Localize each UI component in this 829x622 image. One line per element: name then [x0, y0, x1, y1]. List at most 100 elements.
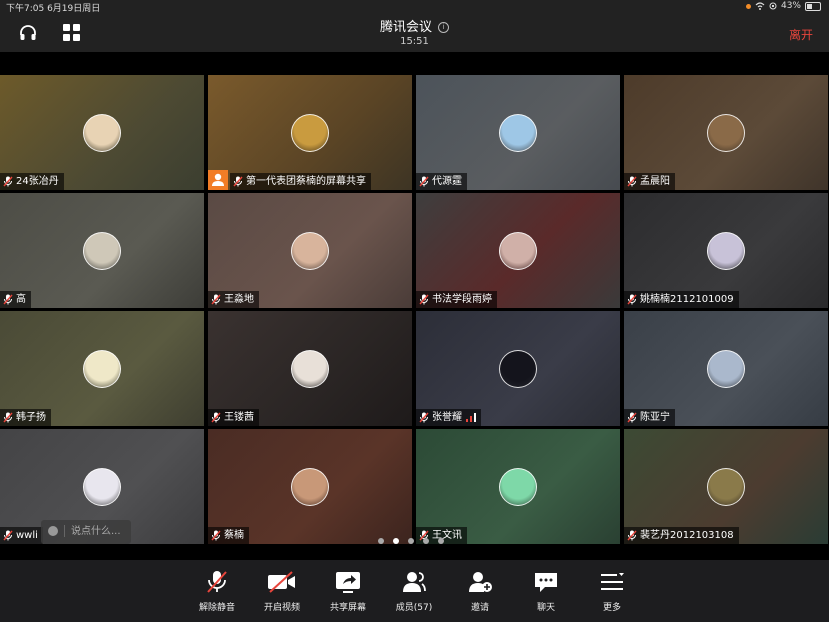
- participant-tile[interactable]: 书法学段雨婷: [416, 193, 620, 308]
- participant-nametag: 高: [0, 291, 31, 308]
- bottom-toolbar: 解除静音 开启视频 共享屏幕 成员(57) 邀请 聊天 更多: [0, 560, 829, 622]
- unmute-button[interactable]: 解除静音: [184, 570, 250, 613]
- participant-avatar: [499, 114, 537, 152]
- participant-nametag: 蔡楠: [208, 527, 249, 544]
- page-dot[interactable]: [378, 538, 384, 544]
- participant-tile[interactable]: 王淼地: [208, 193, 412, 308]
- meeting-duration: 15:51: [400, 36, 429, 47]
- mic-muted-icon: [211, 294, 221, 305]
- mic-muted-icon: [211, 530, 221, 541]
- members-button[interactable]: 成员(57): [381, 570, 447, 613]
- chat-button[interactable]: 聊天: [513, 570, 579, 613]
- participant-avatar: [499, 350, 537, 388]
- participant-tile[interactable]: 蔡楠: [208, 429, 412, 544]
- participant-tile[interactable]: 代源霆: [416, 75, 620, 190]
- mic-indicator-icon: [745, 3, 751, 9]
- mic-muted-icon: [627, 412, 637, 423]
- unmute-label: 解除静音: [198, 603, 235, 613]
- info-icon[interactable]: i: [438, 22, 449, 33]
- members-icon: [403, 572, 426, 592]
- host-badge-icon: [208, 170, 228, 190]
- divider: [64, 525, 65, 537]
- mic-muted-icon: [211, 412, 221, 423]
- share-screen-icon: [336, 572, 360, 593]
- leave-button[interactable]: 离开: [789, 26, 813, 43]
- video-off-icon: [268, 571, 295, 593]
- page-dot[interactable]: [393, 538, 399, 544]
- invite-button[interactable]: 邀请: [447, 570, 513, 613]
- rotation-lock-icon: [769, 2, 777, 10]
- participant-avatar: [291, 232, 329, 270]
- participant-tile[interactable]: 王文讯: [416, 429, 620, 544]
- status-indicators: 43%: [745, 1, 821, 11]
- participant-avatar: [291, 350, 329, 388]
- invite-label: 邀请: [470, 603, 489, 613]
- participant-avatar: [707, 232, 745, 270]
- participant-name: 陈亚宁: [640, 412, 670, 423]
- share-screen-button[interactable]: 共享屏幕: [315, 570, 381, 613]
- meeting-title-text: 腾讯会议: [379, 20, 432, 35]
- participant-tile[interactable]: 张誉耀: [416, 311, 620, 426]
- participant-nametag: 王淼地: [208, 291, 259, 308]
- participant-tile[interactable]: 王镂茜: [208, 311, 412, 426]
- participant-avatar: [83, 350, 121, 388]
- participant-tile[interactable]: 高: [0, 193, 204, 308]
- participant-tile[interactable]: 陈亚宁: [624, 311, 828, 426]
- participant-avatar: [499, 232, 537, 270]
- participant-name: 裴艺丹2012103108: [640, 530, 734, 541]
- page-dot[interactable]: [408, 538, 414, 544]
- participant-avatar: [83, 232, 121, 270]
- participant-nametag: 陈亚宁: [624, 409, 675, 426]
- more-label: 更多: [602, 603, 621, 613]
- participant-name: 张誉耀: [432, 412, 462, 423]
- status-time: 下午7:05 6月19日周日: [6, 4, 101, 14]
- status-bar: 下午7:05 6月19日周日 43%: [0, 0, 829, 14]
- invite-icon: [469, 572, 492, 592]
- participant-name: 代源霆: [432, 176, 462, 187]
- participant-tile[interactable]: 姚楠楠2112101009: [624, 193, 828, 308]
- participant-name: 王镂茜: [224, 412, 254, 423]
- mic-muted-icon: [419, 412, 429, 423]
- participant-nametag: 孟晨阳: [624, 173, 675, 190]
- signal-strength-icon: [466, 413, 476, 422]
- participant-tile[interactable]: 裴艺丹2012103108: [624, 429, 828, 544]
- start-video-button[interactable]: 开启视频: [249, 570, 315, 613]
- participant-tile[interactable]: 韩子扬: [0, 311, 204, 426]
- participant-name: 书法学段雨婷: [432, 294, 492, 305]
- mic-muted-icon: [627, 530, 637, 541]
- chat-quick-input[interactable]: 说点什么...: [41, 520, 131, 544]
- page-indicator[interactable]: [378, 538, 444, 544]
- participant-name: 姚楠楠2112101009: [640, 294, 734, 305]
- participant-name: 第一代表团蔡楠的屏幕共享: [246, 176, 366, 187]
- page-dot[interactable]: [423, 538, 429, 544]
- participant-name: 王淼地: [224, 294, 254, 305]
- participant-avatar: [83, 114, 121, 152]
- emoji-icon[interactable]: [48, 526, 58, 536]
- meeting-title[interactable]: 腾讯会议 i: [0, 16, 829, 35]
- mic-muted-icon: [627, 176, 637, 187]
- chat-placeholder: 说点什么...: [71, 526, 121, 537]
- participant-tile[interactable]: 孟晨阳: [624, 75, 828, 190]
- participant-name: 24张冶丹: [16, 176, 59, 187]
- participant-name: 蔡楠: [224, 530, 244, 541]
- start-video-label: 开启视频: [263, 603, 300, 613]
- participant-tile[interactable]: 24张冶丹: [0, 75, 204, 190]
- mic-muted-icon: [419, 294, 429, 305]
- mic-muted-icon: [627, 294, 637, 305]
- mic-muted-icon: [419, 176, 429, 187]
- chat-label: 聊天: [536, 603, 555, 613]
- participant-name: 韩子扬: [16, 412, 46, 423]
- participant-tile[interactable]: 第一代表团蔡楠的屏幕共享: [208, 75, 412, 190]
- battery-icon: [805, 1, 821, 11]
- more-button[interactable]: 更多: [579, 570, 645, 613]
- participant-nametag: 裴艺丹2012103108: [624, 527, 739, 544]
- more-icon: [601, 573, 624, 590]
- mic-muted-icon: [3, 412, 13, 423]
- participant-name: 孟晨阳: [640, 176, 670, 187]
- participant-avatar: [291, 468, 329, 506]
- participant-avatar: [707, 468, 745, 506]
- participant-name: wwli: [16, 530, 38, 541]
- page-dot[interactable]: [438, 538, 444, 544]
- mic-muted-icon: [3, 176, 13, 187]
- participant-nametag: 王镂茜: [208, 409, 259, 426]
